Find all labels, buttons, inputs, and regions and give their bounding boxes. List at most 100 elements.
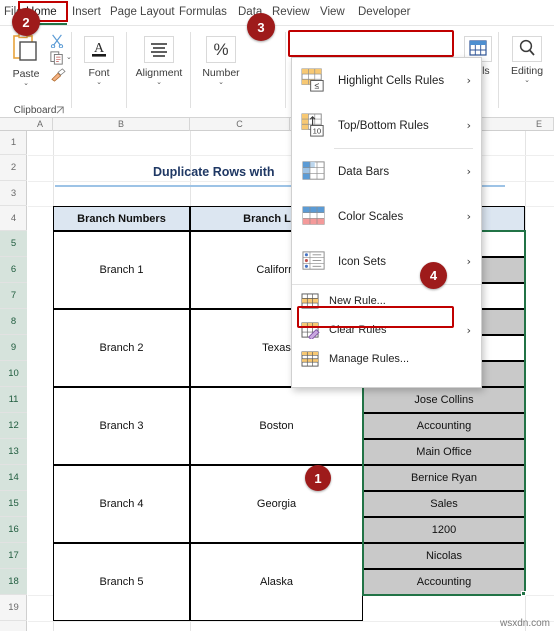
svg-text:≤: ≤ [315, 81, 320, 91]
chevron-right-icon-1: › [466, 74, 471, 87]
row-header-12[interactable]: 12 [0, 413, 27, 439]
alignment-chevron-icon[interactable]: ⌄ [132, 79, 186, 86]
menu-item-clear-rules[interactable]: Clear Rules › [292, 317, 481, 343]
ribbon-group-font: A Font ⌄ [72, 26, 126, 118]
number-button[interactable]: % Number ⌄ [196, 36, 246, 86]
table-cell-detail-12[interactable]: 1200 [363, 517, 525, 543]
editing-button[interactable]: Editing ⌄ [504, 36, 550, 84]
group-divider-5 [498, 32, 499, 108]
row-header-10[interactable]: 10 [0, 361, 27, 387]
table-cell-branch-number-5[interactable]: Branch 5 [53, 543, 190, 621]
ribbon-group-editing: Editing ⌄ [500, 26, 554, 118]
top-bottom-icon: 10 [301, 113, 324, 137]
alignment-button[interactable]: Alignment ⌄ [132, 36, 186, 86]
menu-item-color-scales[interactable]: Color Scales › [292, 194, 481, 239]
row-header-13[interactable]: 13 [0, 439, 27, 465]
paste-button[interactable]: Paste ⌄ [4, 32, 48, 87]
row-header-2[interactable]: 2 [0, 155, 27, 181]
data-bars-icon [302, 161, 325, 180]
menu-label-highlight-cells-rules: Highlight Cells Rules [338, 74, 445, 87]
clipboard-dialog-launcher-icon[interactable] [56, 106, 65, 115]
tab-page-layout[interactable]: Page Layout [108, 2, 177, 22]
menu-item-highlight-cells-rules[interactable]: ≤ Highlight Cells Rules › [292, 58, 481, 103]
page-title: Duplicate Rows with [153, 165, 275, 179]
cut-icon[interactable] [50, 34, 64, 48]
row-header-18[interactable]: 18 [0, 569, 27, 595]
table-cell-detail-11[interactable]: Sales [363, 491, 525, 517]
table-cell-branch-number-3[interactable]: Branch 3 [53, 387, 190, 465]
step-badge-3: 3 [247, 13, 275, 41]
row-header-17[interactable]: 17 [0, 543, 27, 569]
table-cell-branch-number-1[interactable]: Branch 1 [53, 231, 190, 309]
table-cell-detail-10[interactable]: Bernice Ryan [363, 465, 525, 491]
font-chevron-icon[interactable]: ⌄ [76, 79, 122, 86]
new-rule-icon [301, 292, 319, 309]
clear-rules-icon [301, 321, 320, 339]
menu-item-new-rule[interactable]: New Rule... [292, 288, 481, 314]
chevron-right-icon-2: › [466, 119, 471, 132]
row-header-4[interactable]: 4 [0, 206, 27, 231]
step-badge-1: 1 [305, 465, 331, 491]
row-header-11[interactable]: 11 [0, 387, 27, 413]
table-cell-detail-13[interactable]: Nicolas [363, 543, 525, 569]
selection-fill-handle[interactable] [521, 591, 526, 596]
color-scales-icon [302, 206, 325, 225]
number-chevron-icon[interactable]: ⌄ [196, 79, 246, 86]
menu-item-data-bars[interactable]: Data Bars › [292, 149, 481, 194]
row-header-8[interactable]: 8 [0, 309, 27, 335]
paste-chevron-icon[interactable]: ⌄ [4, 80, 48, 87]
tab-formulas[interactable]: Formulas [177, 2, 229, 22]
row-header-5[interactable]: 5 [0, 231, 27, 257]
percent-icon: % [213, 40, 228, 59]
tab-developer[interactable]: Developer [356, 2, 412, 22]
menu-divider-2 [292, 284, 481, 285]
gridline-r19 [28, 621, 554, 622]
row-header-16[interactable]: 16 [0, 517, 27, 543]
menu-label-manage-rules: Manage Rules... [329, 353, 410, 365]
alignment-label: Alignment [135, 67, 183, 79]
menu-label-clear-rules: Clear Rules [329, 324, 387, 336]
menu-item-icon-sets[interactable]: Icon Sets › [292, 239, 481, 284]
table-cell-branch-location-3[interactable]: Boston [190, 387, 363, 465]
menu-item-manage-rules[interactable]: Manage Rules... [292, 346, 481, 372]
watermark: wsxdn.com [499, 618, 550, 629]
table-cell-branch-location-4[interactable]: Georgia [190, 465, 363, 543]
copy-icon[interactable] [50, 51, 64, 65]
menu-label-color-scales: Color Scales [338, 210, 404, 223]
conditional-formatting-menu: ≤ Highlight Cells Rules › 10 Top/Bottom … [291, 57, 482, 388]
row-header-7[interactable]: 7 [0, 283, 27, 309]
column-header-c[interactable]: C [190, 118, 290, 131]
row-header-14[interactable]: 14 [0, 465, 27, 491]
number-label: Number [202, 67, 240, 79]
menu-label-top-bottom-rules: Top/Bottom Rules [338, 119, 429, 132]
table-cell-detail-8[interactable]: Accounting [363, 413, 525, 439]
row-header-3[interactable]: 3 [0, 181, 27, 206]
chevron-right-icon-6: › [466, 323, 471, 337]
row-header-19[interactable]: 19 [0, 595, 27, 621]
row-header-column: 1 2 3 4 5 6 7 8 9 10 11 12 13 14 15 16 1… [0, 131, 27, 631]
column-header-a[interactable]: A [28, 118, 53, 131]
row-header-1[interactable]: 1 [0, 131, 27, 155]
menu-item-top-bottom-rules[interactable]: 10 Top/Bottom Rules › [292, 103, 481, 148]
row-header-15[interactable]: 15 [0, 491, 27, 517]
editing-chevron-icon[interactable]: ⌄ [504, 77, 550, 84]
font-button[interactable]: A Font ⌄ [76, 36, 122, 86]
tab-view[interactable]: View [318, 2, 347, 22]
table-header-branch-numbers: Branch Numbers [53, 206, 190, 231]
table-cell-detail-9[interactable]: Main Office [363, 439, 525, 465]
row-header-6[interactable]: 6 [0, 257, 27, 283]
table-cell-branch-number-2[interactable]: Branch 2 [53, 309, 190, 387]
tab-insert[interactable]: Insert [70, 2, 103, 22]
format-painter-icon[interactable] [50, 68, 66, 82]
ribbon-group-clipboard: Paste ⌄ ⌄ Clipboard [0, 26, 72, 118]
manage-rules-icon [301, 350, 319, 367]
column-header-e[interactable]: E [525, 118, 554, 131]
table-cell-detail-14[interactable]: Accounting [363, 569, 525, 595]
table-cell-branch-number-4[interactable]: Branch 4 [53, 465, 190, 543]
row-header-9[interactable]: 9 [0, 335, 27, 361]
column-header-b[interactable]: B [53, 118, 190, 131]
tab-review[interactable]: Review [270, 2, 312, 22]
table-cell-detail-7[interactable]: Jose Collins [363, 387, 525, 413]
table-cell-branch-location-5[interactable]: Alaska [190, 543, 363, 621]
cells-grid-icon [469, 40, 487, 56]
